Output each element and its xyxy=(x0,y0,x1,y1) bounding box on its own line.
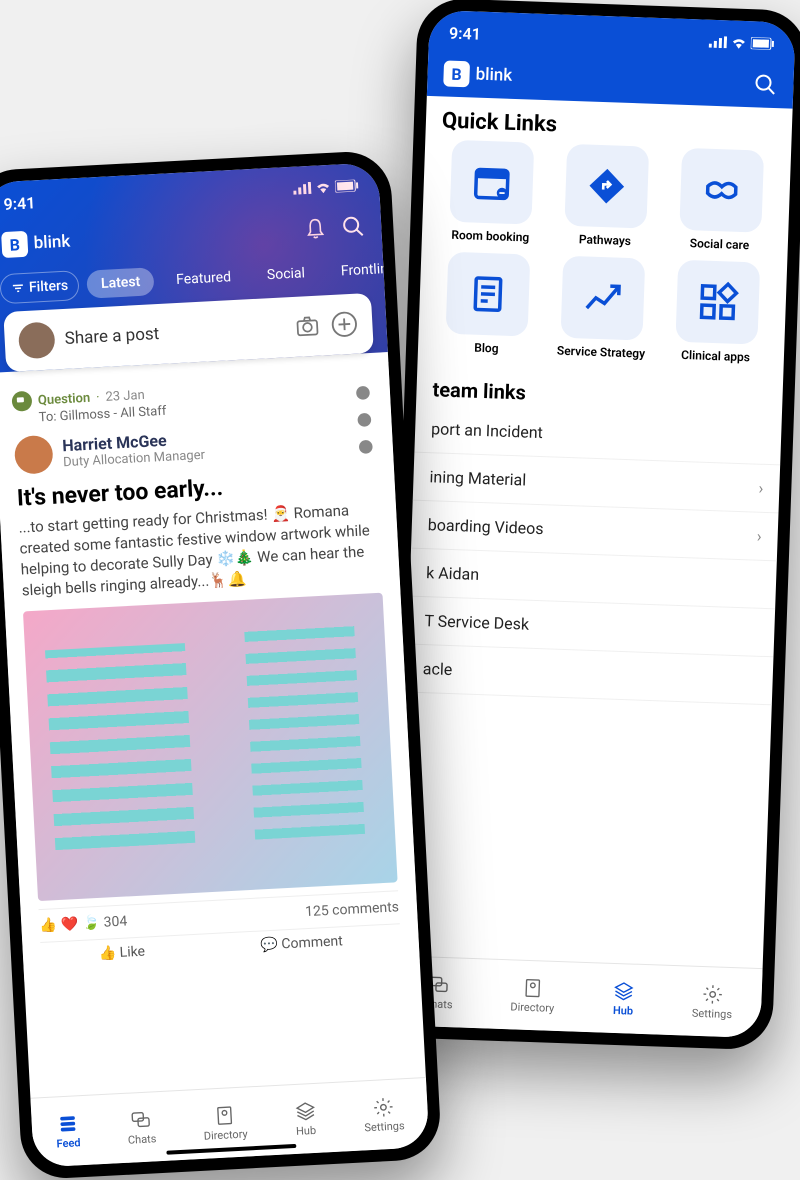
comments-count[interactable]: 125 comments xyxy=(305,899,400,920)
chevron-right-icon: › xyxy=(757,527,762,546)
tab-frontline[interactable]: Frontlin xyxy=(326,254,402,286)
bottom-nav-feed: Feed Chats Directory Hub Settings xyxy=(30,1077,429,1168)
hub-icon xyxy=(612,980,635,1003)
status-bar: 9:41 xyxy=(0,162,380,227)
tab-featured[interactable]: Featured xyxy=(162,262,246,294)
directory-icon xyxy=(522,977,545,1000)
status-time: 9:41 xyxy=(3,193,36,214)
logo-icon: B xyxy=(1,231,28,258)
diamond-turn-icon xyxy=(585,164,628,207)
document-icon xyxy=(467,272,510,315)
battery-icon xyxy=(751,37,775,50)
post-body: ...to start getting ready for Christmas!… xyxy=(18,499,382,602)
likes-count[interactable]: 👍 ❤️ 🍃 304 xyxy=(39,913,128,934)
more-icon[interactable] xyxy=(353,379,375,461)
heart-icon: ❤️ xyxy=(60,916,78,933)
filters-button[interactable]: Filters xyxy=(0,270,80,304)
author-row[interactable]: Harriet McGee Duty Allocation Manager xyxy=(14,418,375,475)
tile-service-strategy[interactable]: Service Strategy xyxy=(548,255,656,361)
post-card: Question · 23 Jan To: Gillmoss - All Sta… xyxy=(0,362,420,982)
nav-hub[interactable]: Hub xyxy=(612,980,635,1018)
chevron-right-icon: › xyxy=(758,479,763,498)
logo: B blink xyxy=(1,229,71,259)
tab-social[interactable]: Social xyxy=(252,259,319,290)
nav-settings[interactable]: Settings xyxy=(692,983,733,1021)
bottom-nav-hub: Chats Directory Hub Settings xyxy=(394,955,762,1038)
leaf-icon: 🍃 xyxy=(82,915,100,932)
post-date: 23 Jan xyxy=(105,387,145,404)
hub-icon xyxy=(293,1100,316,1123)
plus-icon[interactable] xyxy=(330,310,359,339)
camera-icon[interactable] xyxy=(294,313,321,340)
tab-latest[interactable]: Latest xyxy=(86,267,155,298)
quick-links-grid: Room booking Pathways Social care Blog S… xyxy=(418,139,792,376)
tile-clinical-apps[interactable]: Clinical apps xyxy=(663,259,771,365)
chats-icon xyxy=(130,1108,153,1131)
header-area: 9:41 B blink xyxy=(427,10,796,109)
handshake-icon xyxy=(700,168,743,211)
battery-icon xyxy=(335,179,360,192)
status-icons xyxy=(709,36,775,50)
feed-icon xyxy=(56,1112,79,1135)
search-icon[interactable] xyxy=(753,72,778,97)
tile-social-care[interactable]: Social care xyxy=(667,147,775,253)
nav-chats[interactable]: Chats xyxy=(126,1108,156,1146)
filter-icon xyxy=(11,281,26,296)
signal-icon xyxy=(293,182,312,195)
like-button[interactable]: 👍 Like xyxy=(98,944,145,962)
tile-pathways[interactable]: Pathways xyxy=(552,143,660,249)
logo-icon: B xyxy=(443,60,470,87)
status-time: 9:41 xyxy=(449,23,481,43)
comment-button[interactable]: 💬 Comment xyxy=(260,933,343,953)
screen-hub: 9:41 B blink Quick Links Room booking xyxy=(394,10,795,1038)
status-icons xyxy=(293,179,360,194)
calendar-icon xyxy=(470,160,513,203)
signal-icon xyxy=(709,36,727,49)
like-icon: 👍 xyxy=(39,917,57,934)
directory-icon xyxy=(213,1104,236,1127)
logo-text: blink xyxy=(475,65,512,86)
nav-hub[interactable]: Hub xyxy=(293,1100,317,1138)
avatar xyxy=(18,321,56,359)
author-avatar xyxy=(14,435,54,475)
logo-text: blink xyxy=(33,232,71,254)
bell-icon[interactable] xyxy=(303,216,328,241)
grid-icon xyxy=(696,280,739,323)
settings-icon xyxy=(701,983,724,1006)
logo: B blink xyxy=(443,60,512,88)
nav-directory[interactable]: Directory xyxy=(202,1104,248,1143)
phone-feed: 9:41 B blink xyxy=(0,150,442,1180)
post-tag: Question xyxy=(38,390,91,408)
settings-icon xyxy=(372,1096,395,1119)
nav-feed[interactable]: Feed xyxy=(55,1112,81,1150)
wifi-icon xyxy=(315,181,332,194)
tile-blog[interactable]: Blog xyxy=(434,251,542,357)
nav-directory[interactable]: Directory xyxy=(510,976,555,1015)
phone-hub: 9:41 B blink Quick Links Room booking xyxy=(382,0,800,1050)
composer-placeholder: Share a post xyxy=(64,317,285,348)
trend-icon xyxy=(581,276,624,319)
nav-settings[interactable]: Settings xyxy=(363,1095,405,1134)
tile-room-booking[interactable]: Room booking xyxy=(438,139,546,245)
question-chip-icon xyxy=(11,391,32,412)
wifi-icon xyxy=(731,36,747,49)
header-area-feed: 9:41 B blink xyxy=(0,162,388,372)
post-image[interactable] xyxy=(23,593,398,901)
search-icon[interactable] xyxy=(341,214,366,239)
screen-feed: 9:41 B blink xyxy=(0,162,430,1167)
